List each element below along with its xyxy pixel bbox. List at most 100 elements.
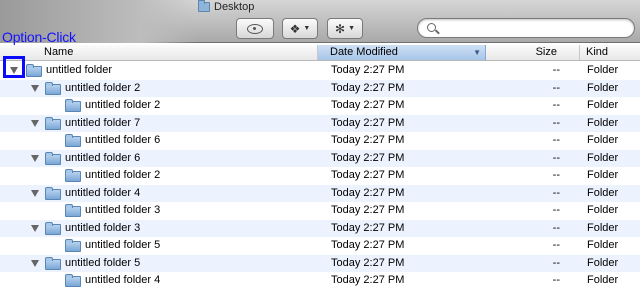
file-kind: Folder xyxy=(587,81,619,94)
column-name[interactable]: Name xyxy=(0,45,318,60)
file-name: untitled folder 6 xyxy=(85,134,161,146)
dropbox-icon: ❖ xyxy=(289,21,301,36)
file-size: -- xyxy=(552,151,560,164)
quick-look-button[interactable] xyxy=(236,18,274,39)
folder-icon xyxy=(45,256,61,270)
file-kind: Folder xyxy=(587,186,619,199)
file-kind: Folder xyxy=(587,256,619,269)
list-item[interactable]: untitled folder 3 Today 2:27 PM -- Folde… xyxy=(0,202,640,220)
window-title: Desktop xyxy=(198,0,254,14)
search-field[interactable] xyxy=(417,18,635,38)
file-size: -- xyxy=(552,221,560,234)
file-size: -- xyxy=(552,134,560,146)
file-size: -- xyxy=(552,274,560,286)
file-name: untitled folder 7 xyxy=(65,116,141,129)
disclosure-triangle-icon[interactable] xyxy=(31,189,39,197)
file-kind: Folder xyxy=(587,116,619,129)
folder-icon xyxy=(45,116,61,130)
eye-icon xyxy=(247,23,263,34)
list-item[interactable]: untitled folder 3 Today 2:27 PM -- Folde… xyxy=(0,219,640,237)
folder-icon xyxy=(45,151,61,165)
list-item[interactable]: untitled folder 6 Today 2:27 PM -- Folde… xyxy=(0,149,640,167)
disclosure-triangle-icon[interactable] xyxy=(31,259,39,267)
folder-icon xyxy=(65,134,81,147)
column-size[interactable]: Size xyxy=(486,45,580,60)
window-title-label: Desktop xyxy=(214,1,255,13)
list-item[interactable]: untitled folder 5 Today 2:27 PM -- Folde… xyxy=(0,254,640,272)
file-kind: Folder xyxy=(587,64,619,76)
file-kind: Folder xyxy=(587,99,619,111)
file-size: -- xyxy=(552,99,560,111)
file-name: untitled folder 2 xyxy=(85,99,161,111)
file-size: -- xyxy=(552,204,560,216)
list-item[interactable]: untitled folder 4 Today 2:27 PM -- Folde… xyxy=(0,272,640,290)
file-date: Today 2:27 PM xyxy=(331,239,405,251)
file-kind: Folder xyxy=(587,151,619,164)
gear-icon: ✻ xyxy=(335,21,346,36)
file-list: untitled folder Today 2:27 PM -- Folder … xyxy=(0,62,640,290)
file-date: Today 2:27 PM xyxy=(331,204,405,216)
list-item[interactable]: untitled folder 2 Today 2:27 PM -- Folde… xyxy=(0,167,640,185)
file-name: untitled folder 3 xyxy=(65,221,141,234)
folder-icon xyxy=(198,0,210,12)
file-name: untitled folder 4 xyxy=(85,274,161,286)
sort-descending-icon: ▼ xyxy=(473,48,481,57)
list-item[interactable]: untitled folder 2 Today 2:27 PM -- Folde… xyxy=(0,79,640,97)
file-date: Today 2:27 PM xyxy=(331,99,405,111)
list-item[interactable]: untitled folder 7 Today 2:27 PM -- Folde… xyxy=(0,114,640,132)
dropbox-button[interactable]: ❖ ▼ xyxy=(282,18,318,39)
file-kind: Folder xyxy=(587,221,619,234)
file-date: Today 2:27 PM xyxy=(331,64,405,76)
list-item[interactable]: untitled folder 4 Today 2:27 PM -- Folde… xyxy=(0,184,640,202)
chevron-down-icon: ▼ xyxy=(348,25,355,32)
folder-icon xyxy=(65,204,81,217)
file-size: -- xyxy=(552,186,560,199)
disclosure-triangle-icon[interactable] xyxy=(31,224,39,232)
search-input[interactable] xyxy=(442,20,628,36)
file-kind: Folder xyxy=(587,274,619,286)
list-item[interactable]: untitled folder 6 Today 2:27 PM -- Folde… xyxy=(0,132,640,150)
toolbar: Desktop ❖ ▼ ✻ ▼ xyxy=(0,0,640,43)
folder-icon xyxy=(65,99,81,112)
action-button[interactable]: ✻ ▼ xyxy=(327,18,363,39)
file-date: Today 2:27 PM xyxy=(331,256,405,269)
disclosure-triangle-icon[interactable] xyxy=(31,119,39,127)
file-size: -- xyxy=(552,256,560,269)
list-item[interactable]: untitled folder Today 2:27 PM -- Folder xyxy=(0,62,640,80)
file-date: Today 2:27 PM xyxy=(331,169,405,181)
disclosure-triangle-icon[interactable] xyxy=(31,154,39,162)
column-header: Name Date Modified ▼ Size Kind xyxy=(0,45,640,61)
list-item[interactable]: untitled folder 2 Today 2:27 PM -- Folde… xyxy=(0,97,640,115)
folder-icon xyxy=(45,186,61,200)
folder-icon xyxy=(65,274,81,287)
file-kind: Folder xyxy=(587,239,619,251)
file-date: Today 2:27 PM xyxy=(331,81,405,94)
file-date: Today 2:27 PM xyxy=(331,186,405,199)
annotation-label: Option-Click xyxy=(2,29,76,45)
folder-icon xyxy=(65,239,81,252)
column-date-modified[interactable]: Date Modified ▼ xyxy=(318,45,486,60)
column-kind[interactable]: Kind xyxy=(580,45,640,60)
file-size: -- xyxy=(552,81,560,94)
folder-icon xyxy=(45,221,61,235)
folder-icon xyxy=(26,64,42,77)
file-name: untitled folder 2 xyxy=(85,169,161,181)
file-kind: Folder xyxy=(587,204,619,216)
chevron-down-icon: ▼ xyxy=(303,25,311,32)
search-icon xyxy=(427,23,436,32)
file-date: Today 2:27 PM xyxy=(331,116,405,129)
folder-icon xyxy=(65,169,81,182)
column-date-label: Date Modified xyxy=(330,46,398,58)
file-name: untitled folder xyxy=(46,64,113,76)
folder-icon xyxy=(45,81,61,95)
file-name: untitled folder 6 xyxy=(65,151,141,164)
file-size: -- xyxy=(552,169,560,181)
file-date: Today 2:27 PM xyxy=(331,151,405,164)
file-date: Today 2:27 PM xyxy=(331,134,405,146)
file-kind: Folder xyxy=(587,169,619,181)
file-size: -- xyxy=(552,116,560,129)
disclosure-triangle-icon[interactable] xyxy=(31,84,39,92)
file-name: untitled folder 5 xyxy=(85,239,161,251)
list-item[interactable]: untitled folder 5 Today 2:27 PM -- Folde… xyxy=(0,237,640,255)
file-name: untitled folder 4 xyxy=(65,186,141,199)
